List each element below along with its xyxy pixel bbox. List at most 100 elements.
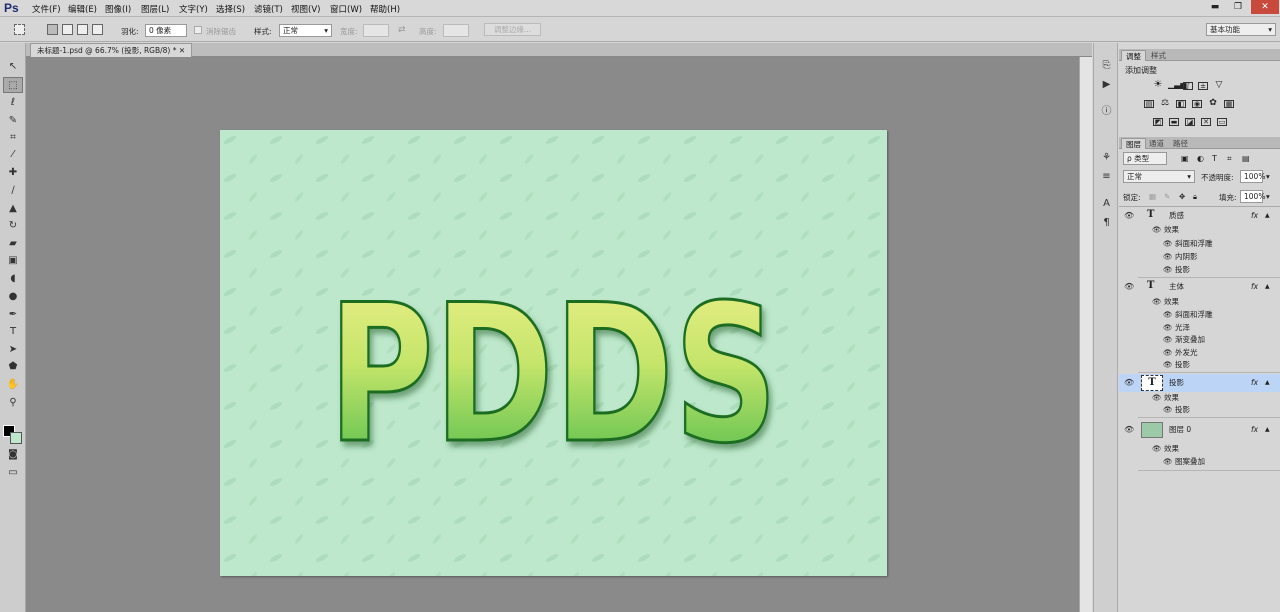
menu-edit[interactable]: 编辑(E)	[68, 3, 97, 15]
workspace-select[interactable]: 基本功能 ▾	[1206, 23, 1276, 36]
hand-tool-icon[interactable]: ✋	[3, 377, 23, 393]
eye-icon[interactable]: 👁︎	[1124, 280, 1134, 294]
lock-position-icon[interactable]: ✥	[1179, 192, 1185, 201]
levels-icon[interactable]: ▁▃▅	[1168, 81, 1186, 90]
dodge-tool-icon[interactable]: ●	[3, 289, 23, 305]
menu-file[interactable]: 文件(F)	[32, 3, 61, 15]
new-selection-icon[interactable]	[47, 24, 58, 35]
fx-icon[interactable]: fx	[1251, 421, 1258, 439]
expand-toggle-icon[interactable]: ▲	[1265, 421, 1270, 439]
menu-select[interactable]: 选择(S)	[216, 3, 245, 15]
eye-icon[interactable]: 👁︎	[1152, 442, 1162, 456]
tab-layers[interactable]: 图层	[1121, 138, 1146, 149]
threshold-icon[interactable]: ◪	[1185, 118, 1195, 126]
eye-icon[interactable]: 👁︎	[1163, 358, 1173, 372]
brightness-icon[interactable]: ☀	[1153, 80, 1163, 90]
swap-icon[interactable]: ⇄	[398, 25, 406, 35]
vertical-scrollbar[interactable]	[1079, 57, 1092, 612]
posterize-icon[interactable]: ▬	[1169, 118, 1179, 126]
crop-tool-icon[interactable]: ⌗	[3, 130, 23, 146]
move-tool-icon[interactable]: ↖	[3, 59, 23, 75]
opacity-input[interactable]: 100%	[1240, 170, 1265, 183]
invert-icon[interactable]: ◩	[1153, 118, 1163, 126]
history-brush-tool-icon[interactable]: ↻	[3, 218, 23, 234]
pen-tool-icon[interactable]: ✒	[3, 307, 23, 323]
effects-row[interactable]: 👁︎ 效果	[1119, 295, 1280, 309]
effect-row[interactable]: 👁︎ 投影	[1119, 263, 1280, 277]
intersect-selection-icon[interactable]	[92, 24, 103, 35]
fx-icon[interactable]: fx	[1251, 209, 1258, 223]
menu-window[interactable]: 窗口(W)	[330, 3, 362, 15]
eye-icon[interactable]: 👁︎	[1163, 333, 1173, 347]
menu-filter[interactable]: 滤镜(T)	[254, 3, 283, 15]
menu-image[interactable]: 图像(I)	[105, 3, 131, 15]
eye-icon[interactable]: 👁︎	[1124, 421, 1134, 439]
history-icon[interactable]: ⎘	[1100, 59, 1113, 72]
blend-mode-select[interactable]: 正常 ▾	[1123, 170, 1195, 183]
info-icon[interactable]: ⓘ	[1100, 105, 1113, 118]
height-input[interactable]	[443, 24, 469, 37]
gradient-map-icon[interactable]: ▭	[1217, 118, 1227, 126]
selective-color-icon[interactable]: ✕	[1201, 118, 1211, 126]
path-select-tool-icon[interactable]: ➤	[3, 342, 23, 358]
filter-adjustment-icon[interactable]: ◐	[1197, 154, 1204, 163]
blur-tool-icon[interactable]: ◖	[3, 271, 23, 287]
eye-icon[interactable]: 👁︎	[1163, 237, 1173, 251]
width-input[interactable]	[363, 24, 389, 37]
layer-row-main[interactable]: 👁︎ T 主体 fx ▲	[1119, 280, 1280, 294]
eyedropper-tool-icon[interactable]: ⁄	[3, 147, 23, 163]
filter-smart-icon[interactable]: ▤	[1242, 154, 1250, 163]
eye-icon[interactable]: 👁︎	[1163, 403, 1173, 417]
character-icon[interactable]: A	[1100, 197, 1113, 210]
hue-saturation-icon[interactable]: ▤	[1144, 100, 1154, 108]
opacity-dropdown-icon[interactable]: ▾	[1266, 172, 1270, 181]
effect-row[interactable]: 👁︎ 图案叠加	[1119, 455, 1280, 469]
eye-icon[interactable]: 👁︎	[1163, 455, 1173, 469]
fx-icon[interactable]: fx	[1251, 374, 1258, 392]
lock-all-icon[interactable]: 🔒︎	[1193, 192, 1197, 202]
effect-row[interactable]: 👁︎ 投影	[1119, 403, 1280, 417]
lasso-tool-icon[interactable]: ℓ	[3, 95, 23, 111]
fx-icon[interactable]: fx	[1251, 280, 1258, 294]
clone-stamp-tool-icon[interactable]: ▲	[3, 201, 23, 217]
tab-channels[interactable]: 通道	[1145, 138, 1168, 149]
eye-icon[interactable]: 👁︎	[1124, 374, 1134, 392]
exposure-icon[interactable]: ±	[1198, 82, 1208, 90]
expand-toggle-icon[interactable]: ▲	[1265, 280, 1270, 294]
eye-icon[interactable]: 👁︎	[1163, 250, 1173, 264]
layer-filter-select[interactable]: ρ 类型	[1123, 152, 1167, 165]
expand-toggle-icon[interactable]: ▲	[1265, 209, 1270, 223]
tab-adjustments[interactable]: 调整	[1121, 50, 1146, 61]
document-canvas[interactable]: PDDS	[220, 130, 887, 576]
menu-help[interactable]: 帮助(H)	[370, 3, 400, 15]
menu-type[interactable]: 文字(Y)	[179, 3, 208, 15]
tab-styles[interactable]: 样式	[1147, 50, 1170, 61]
brush-presets-icon[interactable]: ⚘	[1100, 151, 1113, 164]
effect-row[interactable]: 👁︎ 投影	[1119, 358, 1280, 372]
filter-pixel-icon[interactable]: ▣	[1181, 154, 1189, 163]
restore-button[interactable]: ❐	[1227, 0, 1249, 14]
filter-shape-icon[interactable]: ⌗	[1227, 154, 1232, 164]
eraser-tool-icon[interactable]: ▰	[3, 236, 23, 252]
menu-layer[interactable]: 图层(L)	[141, 3, 169, 15]
effects-row[interactable]: 👁︎ 效果	[1119, 223, 1280, 237]
layer-row-background[interactable]: 👁︎ 图层 0 fx ▲	[1119, 421, 1280, 439]
type-tool-icon[interactable]: T	[3, 324, 23, 340]
quick-mask-icon[interactable]: ◙	[3, 447, 23, 463]
eye-icon[interactable]: 👁︎	[1152, 223, 1162, 237]
lock-pixels-icon[interactable]: ✎	[1164, 192, 1170, 201]
effect-row[interactable]: 👁︎ 渐变叠加	[1119, 333, 1280, 347]
close-icon[interactable]: ✕	[179, 46, 185, 55]
eye-icon[interactable]: 👁︎	[1163, 308, 1173, 322]
paragraph-icon[interactable]: ¶	[1100, 216, 1113, 229]
quick-select-tool-icon[interactable]: ✎	[3, 113, 23, 129]
refine-edge-button[interactable]: 调整边缘...	[484, 23, 541, 36]
lock-transparency-icon[interactable]: ▦	[1149, 192, 1156, 201]
eye-icon[interactable]: 👁︎	[1163, 263, 1173, 277]
feather-input[interactable]: 0 像素	[145, 24, 187, 37]
gradient-tool-icon[interactable]: ▣	[3, 253, 23, 269]
style-select[interactable]: 正常 ▾	[279, 24, 332, 37]
eye-icon[interactable]: 👁︎	[1152, 295, 1162, 309]
antialias-checkbox[interactable]	[194, 26, 202, 34]
close-button[interactable]: ✕	[1251, 0, 1279, 14]
